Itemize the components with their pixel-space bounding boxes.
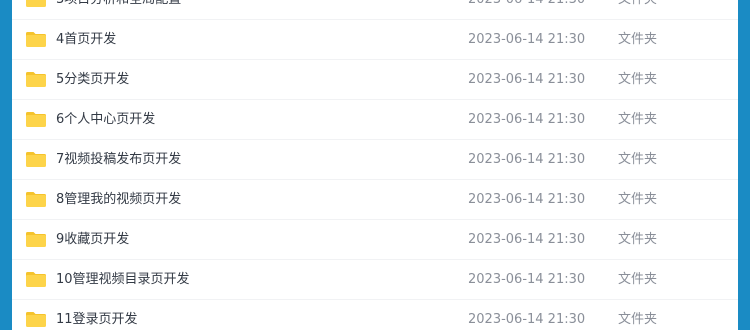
folder-icon: [26, 112, 46, 127]
file-date: 2023-06-14 21:30: [468, 32, 586, 47]
folder-icon: [26, 312, 46, 327]
file-name[interactable]: 6个人中心页开发: [56, 100, 155, 140]
file-date: 2023-06-14 21:30: [468, 192, 586, 207]
file-name[interactable]: 9收藏页开发: [56, 220, 129, 260]
folder-icon: [26, 32, 46, 47]
file-row[interactable]: 4首页开发 2023-06-14 21:30 文件夹: [12, 20, 738, 60]
file-row[interactable]: 9收藏页开发 2023-06-14 21:30 文件夹: [12, 220, 738, 260]
folder-icon: [26, 152, 46, 167]
file-row[interactable]: 7视频投稿发布页开发 2023-06-14 21:30 文件夹: [12, 140, 738, 180]
file-type: 文件夹: [618, 272, 658, 287]
file-row[interactable]: 3项目分析和全局配置 2023-06-14 21:30 文件夹: [12, 0, 738, 20]
folder-icon: [26, 272, 46, 287]
file-name[interactable]: 4首页开发: [56, 20, 116, 60]
file-name[interactable]: 11登录页开发: [56, 300, 138, 330]
file-name[interactable]: 3项目分析和全局配置: [56, 0, 181, 20]
file-type: 文件夹: [618, 312, 658, 327]
file-name[interactable]: 8管理我的视频页开发: [56, 180, 181, 220]
file-date: 2023-06-14 21:30: [468, 232, 586, 247]
file-type: 文件夹: [618, 152, 658, 167]
file-date: 2023-06-14 21:30: [468, 0, 585, 20]
folder-icon: [26, 192, 46, 207]
file-date: 2023-06-14 21:30: [468, 152, 586, 167]
file-date: 2023-06-14 21:30: [468, 272, 586, 287]
file-type: 文件夹: [618, 0, 657, 20]
file-list: 3项目分析和全局配置 2023-06-14 21:30 文件夹 4首页开发 20…: [12, 0, 738, 330]
file-row[interactable]: 10管理视频目录页开发 2023-06-14 21:30 文件夹: [12, 260, 738, 300]
file-row[interactable]: 5分类页开发 2023-06-14 21:30 文件夹: [12, 60, 738, 100]
folder-icon: [26, 232, 46, 247]
folder-icon: [26, 72, 46, 87]
file-row[interactable]: 8管理我的视频页开发 2023-06-14 21:30 文件夹: [12, 180, 738, 220]
file-type: 文件夹: [618, 232, 658, 247]
file-type: 文件夹: [618, 72, 658, 87]
file-row[interactable]: 11登录页开发 2023-06-14 21:30 文件夹: [12, 300, 738, 330]
file-type: 文件夹: [618, 112, 658, 127]
file-type: 文件夹: [618, 32, 658, 47]
file-date: 2023-06-14 21:30: [468, 312, 586, 327]
folder-icon: [26, 0, 46, 7]
file-date: 2023-06-14 21:30: [468, 72, 586, 87]
file-name[interactable]: 7视频投稿发布页开发: [56, 140, 181, 180]
file-name[interactable]: 5分类页开发: [56, 60, 129, 100]
file-name[interactable]: 10管理视频目录页开发: [56, 260, 190, 300]
file-row[interactable]: 6个人中心页开发 2023-06-14 21:30 文件夹: [12, 100, 738, 140]
file-type: 文件夹: [618, 192, 658, 207]
file-date: 2023-06-14 21:30: [468, 112, 586, 127]
